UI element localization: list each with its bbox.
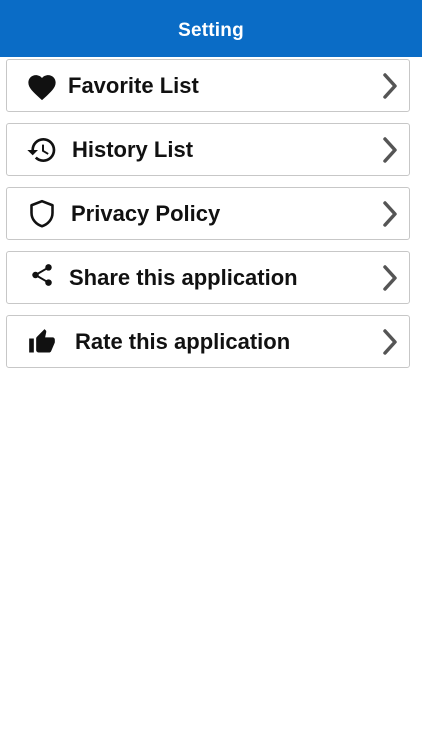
chevron-right-icon (379, 199, 401, 229)
share-icon (25, 258, 59, 292)
thumbs-up-icon (25, 325, 59, 359)
settings-menu: Favorite List History List Privacy Polic… (6, 59, 410, 379)
menu-item-favorite-list[interactable]: Favorite List (6, 59, 410, 112)
chevron-right-icon (379, 327, 401, 357)
menu-item-rate-app[interactable]: Rate this application (6, 315, 410, 368)
chevron-right-icon (379, 263, 401, 293)
header-bar: Setting (0, 0, 422, 57)
menu-item-privacy-policy[interactable]: Privacy Policy (6, 187, 410, 240)
menu-item-label: Rate this application (75, 328, 291, 354)
menu-item-history-list[interactable]: History List (6, 123, 410, 176)
history-icon (25, 133, 59, 167)
menu-item-label: History List (72, 136, 194, 162)
menu-item-label: Favorite List (68, 72, 199, 98)
chevron-right-icon (379, 135, 401, 165)
menu-item-share-app[interactable]: Share this application (6, 251, 410, 304)
page-title: Setting (178, 19, 244, 41)
shield-icon (25, 197, 59, 231)
menu-item-label: Privacy Policy (71, 200, 221, 226)
menu-item-label: Share this application (69, 264, 298, 290)
settings-screen: Setting Favorite List History List Priva… (0, 0, 422, 750)
heart-icon (25, 69, 59, 103)
chevron-right-icon (379, 71, 401, 101)
